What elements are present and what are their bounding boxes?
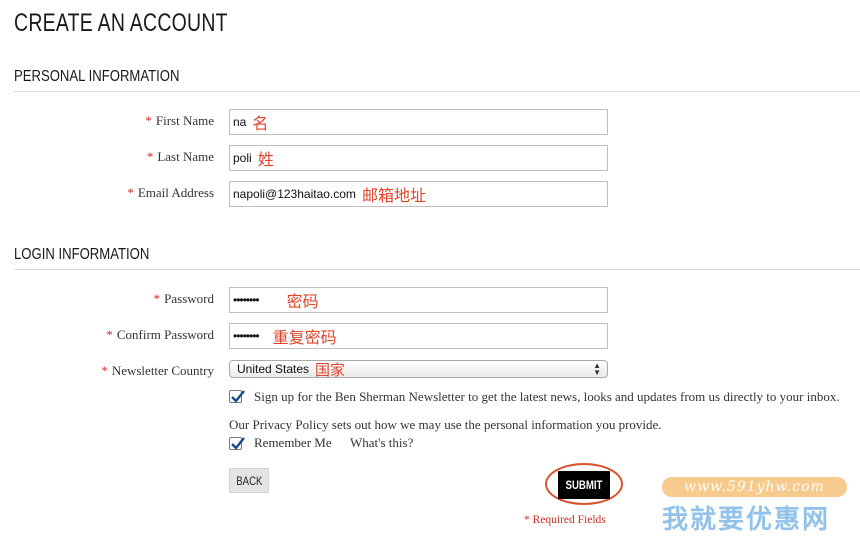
required-marker: * (145, 113, 152, 128)
first-name-label: * First Name (145, 113, 214, 128)
page-title: CREATE AN ACCOUNT (14, 9, 228, 37)
newsletter-text: Sign up for the Ben Sherman Newsletter t… (254, 389, 840, 404)
password-label: * Password (153, 291, 214, 306)
whats-this-link[interactable]: What's this? (350, 435, 413, 451)
privacy-text: Our Privacy Policy sets out how we may u… (229, 417, 662, 432)
back-button[interactable]: BACK (229, 468, 269, 493)
remember-me-checkbox[interactable] (229, 437, 245, 450)
required-marker: * (101, 363, 108, 378)
confirm-password-input[interactable]: •••••••• 重复密码 (229, 323, 608, 349)
submit-button[interactable]: SUBMIT (558, 471, 610, 499)
required-marker: * (146, 149, 154, 164)
annotation-email: 邮箱地址 (361, 186, 426, 205)
country-select[interactable]: United States 国家 ▲ ▼ (229, 360, 608, 379)
annotation-country: 国家 (315, 360, 346, 379)
required-marker: * (153, 291, 161, 306)
password-input[interactable]: •••••••• 密码 (229, 287, 608, 313)
required-fields-note: * Required Fields (524, 514, 606, 526)
checkmark-icon (231, 390, 245, 403)
watermark-text: 我就要优惠网 (662, 505, 831, 535)
country-label: * Newsletter Country (101, 363, 214, 378)
required-marker: * (127, 185, 134, 200)
required-marker: * (106, 327, 113, 342)
annotation-password: 密码 (286, 292, 319, 311)
remember-me-label: Remember Me (254, 435, 332, 450)
confirm-password-label: * Confirm Password (106, 327, 214, 342)
watermark-url: www.591yhw.com (662, 477, 847, 497)
annotation-confirm-password: 重复密码 (272, 328, 337, 347)
newsletter-checkbox[interactable] (229, 390, 245, 403)
checkmark-icon (231, 437, 245, 450)
annotation-last-name: 姓 (257, 150, 274, 169)
section-divider (14, 269, 860, 270)
annotation-first-name: 名 (252, 114, 269, 133)
last-name-label: * Last Name (146, 149, 214, 164)
email-input[interactable]: napoli@123haitao.com 邮箱地址 (229, 181, 608, 207)
login-section-title: LOGIN INFORMATION (14, 246, 150, 263)
select-arrows-icon: ▲ ▼ (593, 361, 601, 377)
section-divider (14, 91, 860, 92)
last-name-input[interactable]: poli 姓 (229, 145, 608, 171)
first-name-input[interactable]: na 名 (229, 109, 608, 135)
email-label: * Email Address (127, 185, 214, 200)
personal-section-title: PERSONAL INFORMATION (14, 68, 180, 85)
